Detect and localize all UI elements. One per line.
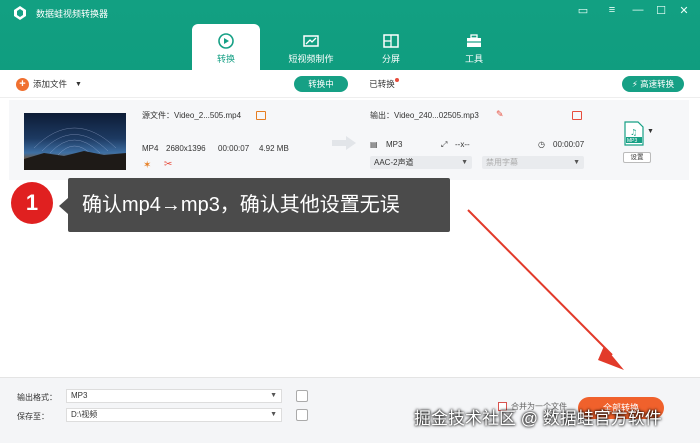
format-settings-icon[interactable] [296, 390, 308, 402]
chevron-down-icon: ▼ [270, 392, 277, 399]
save-path-select[interactable]: D:\视频 ▼ [66, 408, 282, 422]
save-to-label: 保存至： [17, 412, 49, 421]
folder-icon[interactable] [296, 409, 308, 421]
chevron-down-icon: ▼ [270, 411, 277, 418]
save-path-value: D:\视频 [71, 410, 98, 419]
output-format-select[interactable]: MP3 ▼ [66, 389, 282, 403]
output-format-label: 输出格式： [17, 393, 57, 402]
watermark-text: 掘金技术社区 @ 数据蛙官方软件 [414, 409, 662, 428]
output-format-value: MP3 [71, 391, 88, 400]
